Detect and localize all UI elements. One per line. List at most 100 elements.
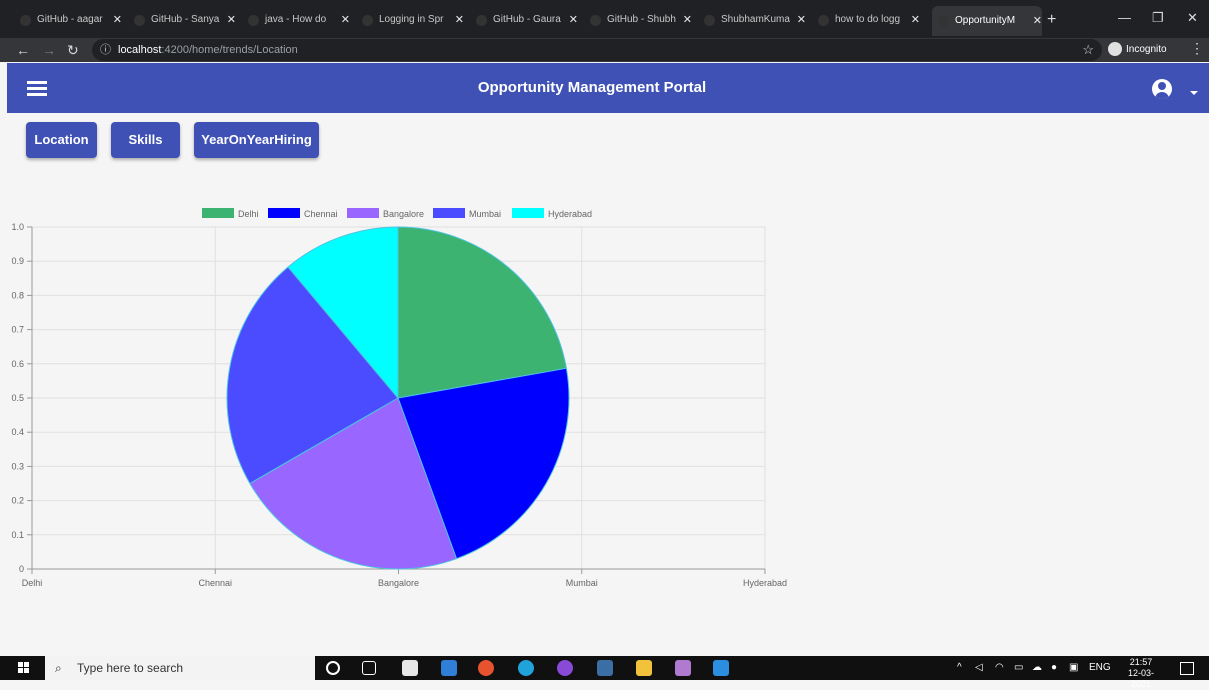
incognito-icon xyxy=(1108,42,1122,57)
location-button[interactable]: Location xyxy=(26,122,97,158)
y-tick-label: 0.3 xyxy=(11,461,24,471)
task-view-icon[interactable] xyxy=(362,661,376,675)
tab-favicon-icon xyxy=(248,14,259,26)
cortana-icon[interactable] xyxy=(326,661,340,675)
address-bar[interactable]: ⓘ localhost:4200/home/trends/Location ☆ xyxy=(92,39,1102,61)
file-explorer-icon[interactable] xyxy=(636,660,652,676)
system-clock[interactable]: 21:57 12-03-2021 xyxy=(1118,657,1164,690)
legend-swatch xyxy=(512,208,544,218)
tab-close-icon[interactable]: ✕ xyxy=(911,9,920,31)
tab-close-icon[interactable]: ✕ xyxy=(1033,6,1042,36)
tab-close-icon[interactable]: ✕ xyxy=(227,9,236,31)
browser-tab[interactable]: GitHub - Shubh ✕ xyxy=(590,9,692,31)
eclipse-icon[interactable] xyxy=(557,660,573,676)
x-tick-label: Bangalore xyxy=(378,578,419,588)
tab-favicon-icon xyxy=(704,14,715,26)
url-path: :4200/home/trends/Location xyxy=(161,44,298,56)
tab-close-icon[interactable]: ✕ xyxy=(797,9,806,31)
clock-time: 21:57 xyxy=(1129,657,1153,667)
app-icon-2[interactable] xyxy=(675,660,691,676)
browser-tab[interactable]: java - How do ✕ xyxy=(248,9,350,31)
forward-arrow-icon[interactable]: → xyxy=(42,40,56,60)
onedrive-icon[interactable]: ☁ xyxy=(1032,656,1042,680)
browser-tab[interactable]: GitHub - Sanya ✕ xyxy=(134,9,236,31)
speaker-icon[interactable]: ◁ xyxy=(975,656,983,680)
legend-swatch xyxy=(347,208,379,218)
app-title: Opportunity Management Portal xyxy=(477,79,707,96)
notifications-icon[interactable] xyxy=(1180,662,1194,675)
browser-tab[interactable]: Logging in Spr ✕ xyxy=(362,9,464,31)
browser-menu-icon[interactable]: ⋮ xyxy=(1190,40,1204,57)
clock-date: 12-03-2021 xyxy=(1127,668,1154,689)
tab-close-icon[interactable]: ✕ xyxy=(341,9,350,31)
legend-label: Mumbai xyxy=(469,209,501,219)
browser-tab[interactable]: GitHub - Gaura ✕ xyxy=(476,9,578,31)
y-tick-label: 0.5 xyxy=(11,393,24,403)
search-icon: ⌕ xyxy=(55,661,62,675)
vscode-icon[interactable] xyxy=(713,660,729,676)
browser-tab[interactable]: GitHub - aagar ✕ xyxy=(20,9,122,31)
incognito-label: Incognito xyxy=(1126,44,1167,55)
browser-tab[interactable]: ShubhamKuma ✕ xyxy=(704,9,806,31)
legend-label: Delhi xyxy=(238,209,259,219)
y-tick-label: 0.4 xyxy=(11,427,24,437)
tab-close-icon[interactable]: ✕ xyxy=(113,9,122,31)
tab-title: java - How do xyxy=(265,14,327,25)
account-dropdown-icon[interactable] xyxy=(1190,91,1198,95)
tab-title: how to do logg xyxy=(835,14,901,25)
browser-tab[interactable]: how to do logg ✕ xyxy=(818,9,920,31)
restore-icon[interactable]: ❐ xyxy=(1152,10,1164,26)
legend-swatch xyxy=(202,208,234,218)
tab-title: GitHub - aagar xyxy=(37,14,103,25)
display-icon[interactable]: ▣ xyxy=(1069,656,1078,680)
tray-overflow-icon[interactable]: ^ xyxy=(957,656,962,680)
app-toolbar: Opportunity Management Portal xyxy=(7,63,1209,113)
new-tab-button[interactable]: + xyxy=(1047,11,1056,29)
bookmark-star-icon[interactable]: ☆ xyxy=(1082,39,1094,61)
year-on-year-hiring-button[interactable]: YearOnYearHiring xyxy=(194,122,319,158)
y-tick-label: 0.6 xyxy=(11,359,24,369)
x-tick-label: Delhi xyxy=(22,578,43,588)
chrome-icon[interactable] xyxy=(478,660,494,676)
x-tick-label: Hyderabad xyxy=(743,578,787,588)
tab-title: ShubhamKuma xyxy=(721,14,790,25)
site-info-icon[interactable]: ⓘ xyxy=(100,39,111,61)
back-arrow-icon[interactable]: ← xyxy=(16,40,30,60)
store-icon[interactable] xyxy=(402,660,418,676)
y-tick-label: 1.0 xyxy=(11,222,24,232)
reload-icon[interactable]: ↻ xyxy=(67,40,79,60)
incognito-indicator[interactable]: Incognito xyxy=(1108,41,1167,59)
edge-icon[interactable] xyxy=(518,660,534,676)
url-text: localhost:4200/home/trends/Location xyxy=(118,39,298,61)
network-icon[interactable]: ◠ xyxy=(995,656,1004,680)
minimize-icon[interactable]: — xyxy=(1118,10,1131,25)
legend-label: Chennai xyxy=(304,209,338,219)
tab-close-icon[interactable]: ✕ xyxy=(569,9,578,31)
y-tick-label: 0.8 xyxy=(11,290,24,300)
legend-swatch xyxy=(268,208,300,218)
battery-icon[interactable]: ▭ xyxy=(1014,656,1023,680)
browser-tab[interactable]: OpportunityM ✕ xyxy=(932,6,1042,36)
tab-favicon-icon xyxy=(590,14,601,26)
y-tick-label: 0.9 xyxy=(11,256,24,266)
account-circle-icon[interactable] xyxy=(1152,79,1172,99)
y-tick-label: 0.2 xyxy=(11,496,24,506)
url-host: localhost xyxy=(118,44,162,56)
x-tick-label: Chennai xyxy=(198,578,232,588)
language-indicator[interactable]: ENG xyxy=(1089,656,1111,680)
app-icon[interactable] xyxy=(597,660,613,676)
window-close-icon[interactable]: ✕ xyxy=(1187,10,1198,26)
mail-icon[interactable] xyxy=(441,660,457,676)
taskbar-search-box[interactable]: ⌕ Type here to search xyxy=(45,656,315,680)
browser-tab-strip: GitHub - aagar ✕ GitHub - Sanya ✕ java - How… xyxy=(0,0,1209,38)
tab-favicon-icon xyxy=(818,14,829,26)
tab-close-icon[interactable]: ✕ xyxy=(455,9,464,31)
tab-close-icon[interactable]: ✕ xyxy=(683,9,692,31)
skills-button[interactable]: Skills xyxy=(111,122,180,158)
tab-favicon-icon xyxy=(476,14,487,26)
windows-start-icon[interactable] xyxy=(18,662,30,674)
antivirus-icon[interactable]: ● xyxy=(1051,656,1057,680)
tab-title: GitHub - Gaura xyxy=(493,14,561,25)
y-tick-label: 0.1 xyxy=(11,530,24,540)
tab-title: GitHub - Sanya xyxy=(151,14,220,25)
